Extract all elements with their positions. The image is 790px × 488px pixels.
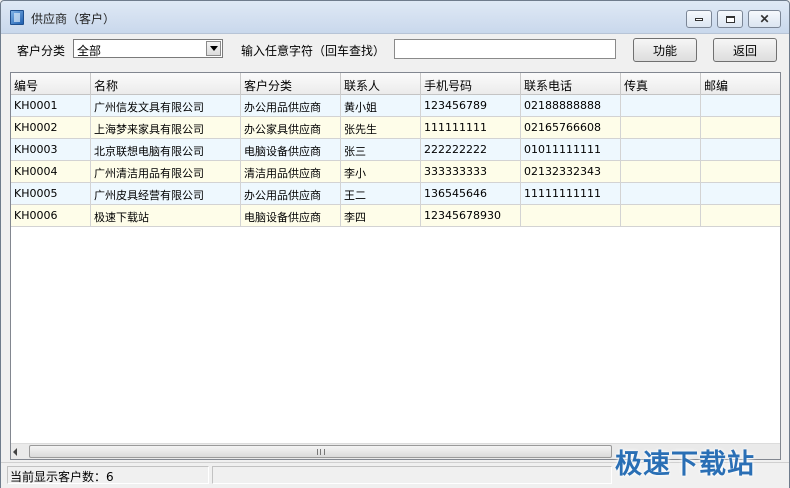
cell-name: 北京联想电脑有限公司 (91, 139, 241, 161)
column-header-postcode[interactable]: 邮编 (701, 73, 780, 95)
status-pane-empty (212, 466, 612, 484)
cell-fax (621, 161, 701, 183)
cell-category: 电脑设备供应商 (241, 205, 341, 227)
search-input[interactable] (394, 39, 616, 59)
cell-category: 办公家具供应商 (241, 117, 341, 139)
column-header-category[interactable]: 客户分类 (241, 73, 341, 95)
table-row[interactable]: KH0002 上海梦来家具有限公司 办公家具供应商 张先生 111111111 … (11, 117, 780, 139)
cell-mobile: 111111111 (421, 117, 521, 139)
table-row[interactable]: KH0006 极速下载站 电脑设备供应商 李四 12345678930 (11, 205, 780, 227)
cell-mobile: 123456789 (421, 95, 521, 117)
cell-category: 电脑设备供应商 (241, 139, 341, 161)
cell-postcode (701, 95, 780, 117)
app-book-icon (10, 10, 24, 25)
category-label: 客户分类 (17, 44, 66, 58)
close-button[interactable]: ✕ (748, 10, 781, 28)
watermark-logo: 极速下载站 (615, 449, 755, 480)
column-header-mobile[interactable]: 手机号码 (421, 73, 521, 95)
search-label: 输入任意字符（回车查找） (241, 44, 386, 58)
cell-fax (621, 139, 701, 161)
cell-fax (621, 205, 701, 227)
table-header: 编号 名称 客户分类 联系人 手机号码 联系电话 传真 邮编 (11, 73, 780, 95)
cell-contact: 黄小姐 (341, 95, 421, 117)
cell-postcode (701, 205, 780, 227)
table-row[interactable]: KH0003 北京联想电脑有限公司 电脑设备供应商 张三 222222222 0… (11, 139, 780, 161)
window-title: 供应商（客户） (31, 12, 116, 26)
grip-icon (317, 449, 325, 455)
cell-name: 极速下载站 (91, 205, 241, 227)
minimize-icon (695, 17, 703, 21)
cell-postcode (701, 117, 780, 139)
status-customer-count: 当前显示客户数：6 (10, 470, 114, 484)
cell-id: KH0002 (11, 117, 91, 139)
cell-phone: 11111111111 (521, 183, 621, 205)
cell-mobile: 222222222 (421, 139, 521, 161)
cell-name: 广州皮具经营有限公司 (91, 183, 241, 205)
cell-category: 办公用品供应商 (241, 183, 341, 205)
scrollbar-thumb[interactable] (29, 445, 612, 458)
cell-mobile: 12345678930 (421, 205, 521, 227)
cell-name: 上海梦来家具有限公司 (91, 117, 241, 139)
supplier-window: 供应商（客户） ✕ 客户分类 全部 输入任意字符（回车查找） 功能 返回 编号 … (0, 0, 790, 488)
table-row[interactable]: KH0004 广州清洁用品有限公司 清洁用品供应商 李小 333333333 0… (11, 161, 780, 183)
cell-mobile: 136545646 (421, 183, 521, 205)
column-header-fax[interactable]: 传真 (621, 73, 701, 95)
chevron-down-icon[interactable] (206, 41, 221, 56)
cell-phone: 01011111111 (521, 139, 621, 161)
cell-fax (621, 183, 701, 205)
minimize-button[interactable] (686, 10, 712, 28)
cell-category: 办公用品供应商 (241, 95, 341, 117)
cell-contact: 张三 (341, 139, 421, 161)
title-bar[interactable]: 供应商（客户） ✕ (1, 1, 789, 34)
close-icon: ✕ (759, 12, 770, 26)
cell-contact: 张先生 (341, 117, 421, 139)
cell-name: 广州信发文具有限公司 (91, 95, 241, 117)
cell-id: KH0005 (11, 183, 91, 205)
cell-id: KH0001 (11, 95, 91, 117)
cell-contact: 王二 (341, 183, 421, 205)
table-row[interactable]: KH0005 广州皮具经营有限公司 办公用品供应商 王二 136545646 1… (11, 183, 780, 205)
cell-fax (621, 117, 701, 139)
back-button[interactable]: 返回 (713, 38, 777, 62)
cell-id: KH0003 (11, 139, 91, 161)
cell-fax (621, 95, 701, 117)
cell-mobile: 333333333 (421, 161, 521, 183)
customer-table[interactable]: 编号 名称 客户分类 联系人 手机号码 联系电话 传真 邮编 KH0001 广州… (10, 72, 781, 460)
cell-phone: 02132332343 (521, 161, 621, 183)
scroll-left-arrow-icon[interactable] (13, 448, 17, 456)
column-header-phone[interactable]: 联系电话 (521, 73, 621, 95)
cell-phone (521, 205, 621, 227)
cell-category: 清洁用品供应商 (241, 161, 341, 183)
column-header-contact[interactable]: 联系人 (341, 73, 421, 95)
column-header-id[interactable]: 编号 (11, 73, 91, 95)
cell-contact: 李小 (341, 161, 421, 183)
column-header-name[interactable]: 名称 (91, 73, 241, 95)
category-dropdown[interactable]: 全部 (73, 39, 223, 58)
cell-name: 广州清洁用品有限公司 (91, 161, 241, 183)
maximize-icon (725, 15, 735, 23)
cell-postcode (701, 139, 780, 161)
table-row[interactable]: KH0001 广州信发文具有限公司 办公用品供应商 黄小姐 123456789 … (11, 95, 780, 117)
cell-postcode (701, 161, 780, 183)
cell-id: KH0004 (11, 161, 91, 183)
cell-phone: 02188888888 (521, 95, 621, 117)
cell-postcode (701, 183, 780, 205)
cell-contact: 李四 (341, 205, 421, 227)
category-selected-value: 全部 (77, 44, 102, 58)
cell-id: KH0006 (11, 205, 91, 227)
function-button[interactable]: 功能 (633, 38, 697, 62)
cell-phone: 02165766608 (521, 117, 621, 139)
maximize-button[interactable] (717, 10, 743, 28)
